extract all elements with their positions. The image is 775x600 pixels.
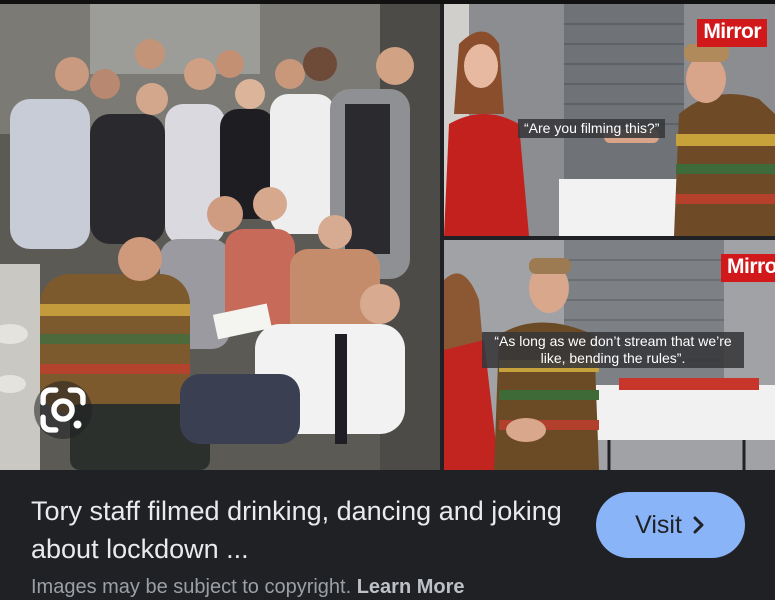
result-title[interactable]: Tory staff filmed drinking, dancing and …	[31, 492, 591, 568]
mirror-logo-badge: Mirro	[721, 254, 775, 282]
mirror-logo-badge: Mirror	[697, 19, 767, 47]
group-photo[interactable]	[0, 4, 440, 470]
video-still-bottom[interactable]: Mirro “As long as we don’t stream that w…	[444, 240, 775, 470]
google-lens-icon	[40, 387, 86, 433]
video-caption: “Are you filming this?”	[518, 119, 666, 138]
video-still-top[interactable]: Mirror “Are you filming this?”	[444, 4, 775, 236]
copyright-text: Images may be subject to copyright.	[31, 576, 352, 598]
chevron-right-icon	[693, 516, 704, 534]
visit-button[interactable]: Visit	[596, 492, 745, 558]
learn-more-link[interactable]: Learn More	[357, 576, 465, 598]
google-lens-button[interactable]	[34, 381, 92, 439]
copyright-notice: Images may be subject to copyright. Lear…	[31, 576, 465, 599]
video-caption: “As long as we don’t stream that we’re l…	[482, 332, 744, 368]
visit-button-label: Visit	[635, 510, 682, 539]
